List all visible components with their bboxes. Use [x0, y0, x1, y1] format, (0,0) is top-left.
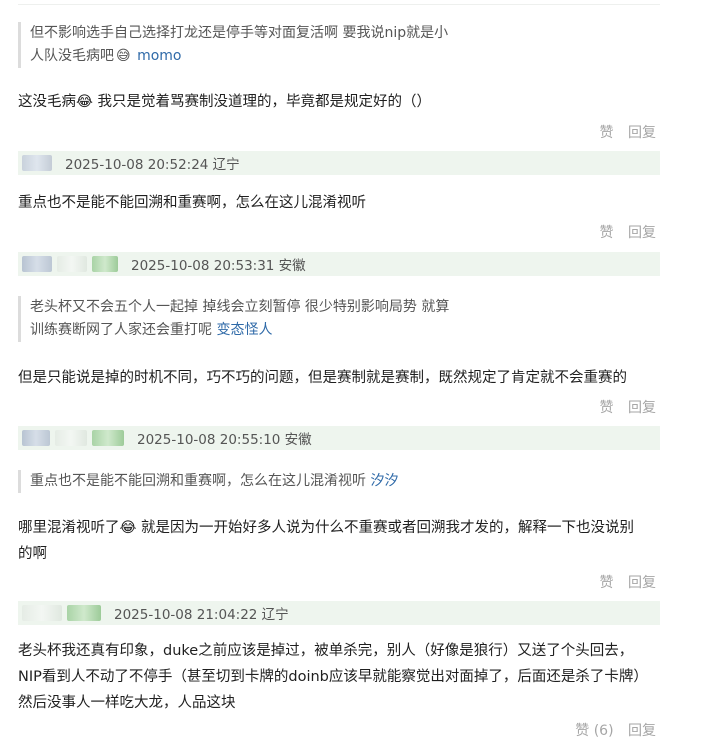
quote-line: 老头杯又不会五个人一起掉 掉线会立刻暂停 很少特别影响局势 就算	[30, 299, 450, 315]
comment-actions: 赞 回复	[590, 122, 656, 142]
avatar-username-blurred[interactable]	[22, 256, 52, 272]
quote-author-link[interactable]: momo	[137, 48, 181, 64]
comment-text: 但是只能说是掉的时机不同，巧不巧的问题，但是赛制就是赛制，既然规定了肯定就不会重…	[18, 370, 627, 386]
quote-author-link[interactable]: 变态怪人	[216, 322, 272, 338]
quote-author-link[interactable]: 汐汐	[370, 473, 398, 489]
grinning-sweat-emoji-icon: 😅	[116, 48, 131, 64]
avatar-username-blurred[interactable]	[22, 430, 50, 446]
comment-actions: 赞 (6) 回复	[565, 720, 656, 740]
comment-text: 哪里混淆视听了😂 就是因为一开始好多人说为什么不重赛或者回溯我才发的，解释一下也…	[18, 515, 658, 567]
reply-button[interactable]: 回复	[628, 225, 656, 241]
comment-line: NIP看到人不动了不停手（甚至切到卡牌的doinb应该早就能察觉出对面掉了，后面…	[18, 669, 648, 685]
like-button[interactable]: 赞	[600, 225, 614, 241]
timestamp-location: 2025-10-08 20:55:10 安徽	[137, 432, 312, 448]
timestamp-location: 2025-10-08 20:53:31 安徽	[131, 258, 306, 274]
quote-line: 人队没毛病吧	[30, 48, 114, 64]
quote-line-wrap: 人队没毛病吧 😅 momo	[30, 45, 650, 68]
comment-actions: 赞 回复	[590, 397, 656, 417]
divider	[18, 4, 660, 5]
reply-button[interactable]: 回复	[628, 400, 656, 416]
quote-line: 重点也不是能不能回溯和重赛啊，怎么在这儿混淆视听	[30, 473, 366, 489]
reply-button[interactable]: 回复	[628, 125, 656, 141]
comment-meta-bar: 2025-10-08 20:55:10 安徽	[18, 426, 660, 450]
comment-text: 这没毛病😂 我只是觉着骂赛制没道理的，毕竟都是规定好的（）	[18, 94, 432, 110]
reply-button[interactable]: 回复	[628, 723, 656, 739]
timestamp-location: 2025-10-08 21:04:22 辽宁	[114, 607, 289, 623]
quoted-comment: 老头杯又不会五个人一起掉 掉线会立刻暂停 很少特别影响局势 就算 训练赛断网了人…	[18, 296, 650, 342]
like-button[interactable]: 赞	[600, 575, 614, 591]
user-badge-blurred	[92, 256, 118, 272]
user-badge-blurred	[67, 605, 101, 621]
comment-meta-bar: 2025-10-08 21:04:22 辽宁	[18, 601, 660, 625]
comment-meta-bar: 2025-10-08 20:52:24 辽宁	[18, 151, 660, 175]
reply-button[interactable]: 回复	[628, 575, 656, 591]
username-blurred	[55, 430, 87, 446]
comment-meta-bar: 2025-10-08 20:53:31 安徽	[18, 252, 660, 276]
comment-actions: 赞 回复	[590, 222, 656, 242]
avatar-username-blurred[interactable]	[22, 155, 52, 171]
username-blurred	[57, 256, 87, 272]
quoted-comment: 重点也不是能不能回溯和重赛啊，怎么在这儿混淆视听 汐汐	[18, 470, 650, 493]
like-button[interactable]: 赞	[600, 400, 614, 416]
comment-line: 然后没事人一样吃大龙，人品这块	[18, 695, 236, 711]
user-badge-blurred	[92, 430, 124, 446]
like-button[interactable]: 赞	[600, 125, 614, 141]
comment-text: 重点也不是能不能回溯和重赛啊，怎么在这儿混淆视听	[18, 195, 366, 211]
comment-line: 的啊	[18, 546, 47, 562]
comment-text: 老头杯我还真有印象，duke之前应该是掉过，被单杀完，别人（好像是狼行）又送了个…	[18, 638, 658, 716]
comment-line: 老头杯我还真有印象，duke之前应该是掉过，被单杀完，别人（好像是狼行）又送了个…	[18, 643, 634, 659]
comment-actions: 赞 回复	[590, 572, 656, 592]
like-button[interactable]: 赞 (6)	[575, 723, 613, 739]
quote-line: 训练赛断网了人家还会重打呢	[30, 322, 212, 338]
timestamp-location: 2025-10-08 20:52:24 辽宁	[65, 157, 240, 173]
comment-line: 哪里混淆视听了😂 就是因为一开始好多人说为什么不重赛或者回溯我才发的，解释一下也…	[18, 520, 635, 536]
quoted-comment: 但不影响选手自己选择打龙还是停手等对面复活啊 要我说nip就是小 人队没毛病吧 😅…	[18, 22, 650, 68]
quote-line: 但不影响选手自己选择打龙还是停手等对面复活啊 要我说nip就是小	[30, 25, 449, 41]
avatar-username-blurred[interactable]	[22, 605, 62, 621]
